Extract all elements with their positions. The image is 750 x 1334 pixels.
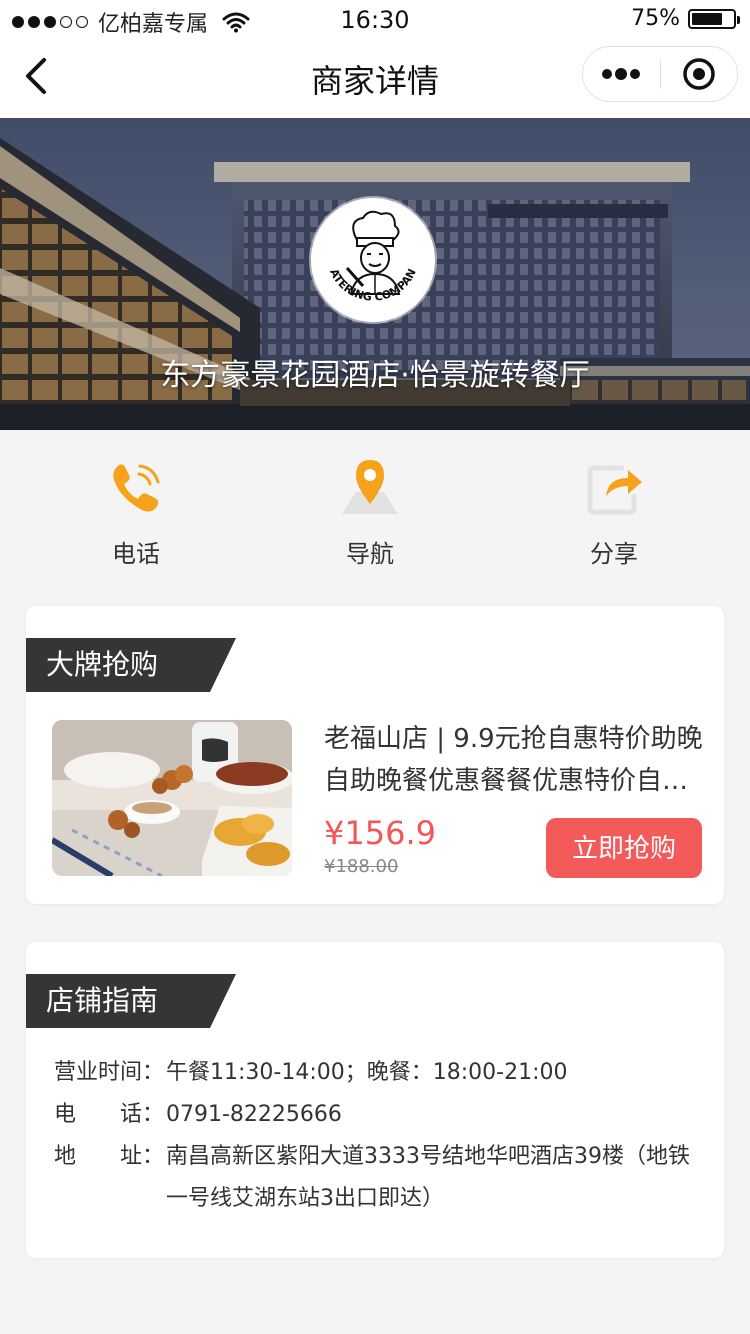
battery-percent: 75% (631, 6, 680, 31)
deal-price: ¥156.9 (324, 814, 436, 852)
merchant-logo: CATERING COMPANY (306, 188, 435, 322)
phone-value[interactable]: 0791-82225666 (166, 1094, 706, 1136)
chef-logo-icon: CATERING COMPANY (306, 188, 419, 304)
deal-image[interactable] (52, 720, 292, 876)
phone-icon (113, 464, 160, 512)
phone-row: 电 话： 0791-82225666 (54, 1094, 704, 1136)
hero-banner: CATERING COMPANY 东方豪景花园酒店·怡景旋转餐厅 (0, 118, 750, 430)
hours-row: 营业时间： 午餐11:30-14:00；晚餐：18:00-21:00 (54, 1052, 704, 1094)
nav-bar: 商家详情 (0, 40, 750, 118)
hours-value: 午餐11:30-14:00；晚餐：18:00-21:00 (166, 1060, 568, 1085)
map-pin-icon (342, 460, 398, 514)
share-button[interactable]: 分享 (544, 458, 684, 569)
target-icon (683, 58, 715, 90)
deal-title[interactable]: 老福山店 | 9.9元抢自惠特价助晚自助晚餐优惠餐餐优惠特价自助晚餐 (324, 718, 704, 802)
more-button[interactable] (583, 47, 660, 101)
hours-label: 营业时间： (54, 1060, 165, 1085)
address-label: 地 址： (54, 1144, 165, 1169)
phone-label: 电 话： (54, 1102, 165, 1127)
original-price: ¥188.00 (324, 856, 399, 877)
food-photo (52, 720, 292, 876)
action-row: 电话 导航 分享 (0, 430, 750, 580)
share-icon (587, 465, 642, 515)
deal-card: 大牌抢购 老福山店 | 9.9元抢自惠特价助晚自助晚餐优惠餐餐优惠特价自助 ¥1… (26, 606, 724, 904)
mini-program-capsule (582, 46, 738, 102)
store-guide-ribbon: 店铺指南 (26, 974, 236, 1028)
address-row: 地 址： 南昌高新区紫阳大道3333号结地华吧酒店39楼（地铁一号线艾湖东站3出… (54, 1136, 704, 1220)
battery-icon (688, 8, 740, 29)
deal-ribbon: 大牌抢购 (26, 638, 236, 692)
navigate-label: 导航 (346, 540, 394, 568)
share-label: 分享 (590, 540, 638, 568)
close-miniprogram-button[interactable] (661, 47, 738, 101)
status-right: 75% (631, 6, 740, 31)
merchant-name: 东方豪景花园酒店·怡景旋转餐厅 (160, 358, 590, 393)
address-value[interactable]: 南昌高新区紫阳大道3333号结地华吧酒店39楼（地铁一号线艾湖东站3出口即达） (166, 1136, 706, 1220)
navigate-button[interactable]: 导航 (300, 458, 440, 569)
status-bar: 亿柏嘉专属 16:30 75% (0, 0, 750, 40)
buy-now-button[interactable]: 立即抢购 (546, 818, 702, 878)
call-label: 电话 (112, 540, 160, 568)
more-dots-icon (602, 68, 641, 80)
call-button[interactable]: 电话 (66, 458, 206, 569)
store-guide-card: 店铺指南 营业时间： 午餐11:30-14:00；晚餐：18:00-21:00 … (26, 942, 724, 1258)
